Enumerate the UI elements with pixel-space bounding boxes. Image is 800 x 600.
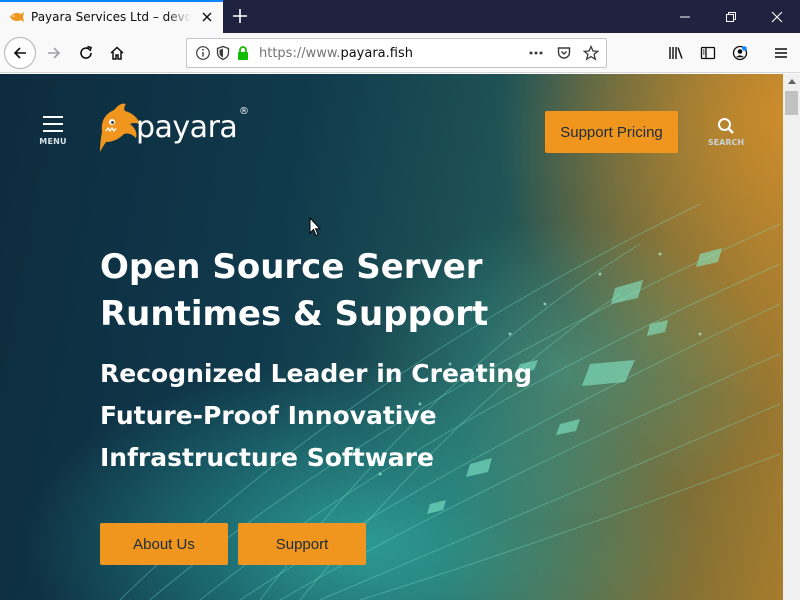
- search-icon: [718, 118, 734, 134]
- about-us-button[interactable]: About Us: [100, 523, 228, 565]
- menu-label: MENU: [39, 137, 67, 146]
- sidebar-button[interactable]: [692, 37, 724, 69]
- url-host: payara.fish: [340, 46, 413, 61]
- hero-subheadline: Recognized Leader in Creating Future-Pro…: [100, 359, 532, 472]
- reload-icon: [80, 45, 92, 59]
- home-icon: [110, 46, 124, 60]
- search-label: SEARCH: [707, 138, 745, 147]
- payara-wordmark: payara: [136, 110, 238, 145]
- account-button[interactable]: [724, 37, 756, 69]
- tab-title: Payara Services Ltd – devoted to: [31, 10, 191, 24]
- account-avatar-icon: [732, 45, 748, 61]
- tab-close-icon[interactable]: [199, 9, 215, 25]
- hero-headline: Open Source Server Runtimes & Support: [100, 247, 489, 334]
- scroll-thumb[interactable]: [785, 91, 798, 115]
- restore-icon: [726, 11, 736, 22]
- support-button[interactable]: Support: [238, 523, 366, 565]
- hero-section: MENU payara ® Support Pricing SEARCH Ope…: [0, 74, 783, 600]
- reload-button[interactable]: [70, 37, 102, 69]
- close-icon: [771, 11, 783, 22]
- minimize-button[interactable]: [662, 0, 708, 33]
- menu-hamburger-icon: [36, 116, 70, 132]
- forward-arrow-icon: [48, 47, 61, 59]
- lock-icon[interactable]: [235, 45, 251, 61]
- url-text[interactable]: https://www.payara.fish: [259, 46, 413, 61]
- mouse-cursor-icon: [309, 217, 321, 237]
- app-menu-button[interactable]: [765, 37, 797, 69]
- payara-fish-icon: [10, 12, 24, 22]
- library-icon: [669, 47, 683, 59]
- tracking-shield-icon[interactable]: [215, 45, 231, 61]
- tab-payara[interactable]: Payara Services Ltd – devoted to: [0, 0, 223, 33]
- hamburger-menu-icon: [775, 48, 787, 58]
- back-arrow-icon: [13, 47, 26, 59]
- back-button[interactable]: [4, 37, 36, 69]
- url-scheme: https://www.: [259, 46, 341, 61]
- sidebar-icon: [700, 46, 716, 60]
- pocket-icon[interactable]: [556, 45, 572, 61]
- forward-button[interactable]: [38, 37, 70, 69]
- close-window-button[interactable]: [754, 0, 800, 33]
- navigation-toolbar: https://www.payara.fish: [0, 33, 800, 73]
- scroll-up-arrow-icon: [787, 79, 796, 84]
- info-icon[interactable]: [195, 45, 211, 61]
- new-tab-plus-icon[interactable]: [231, 7, 249, 25]
- page-actions-ellipsis-icon[interactable]: [528, 45, 544, 61]
- site-menu-button[interactable]: MENU: [36, 116, 70, 154]
- home-button[interactable]: [101, 37, 133, 69]
- scroll-up-button[interactable]: [783, 74, 800, 89]
- library-button[interactable]: [660, 37, 692, 69]
- site-search-button[interactable]: SEARCH: [705, 116, 747, 154]
- restore-button[interactable]: [708, 0, 754, 33]
- bookmark-star-icon[interactable]: [583, 45, 599, 61]
- support-pricing-button[interactable]: Support Pricing: [545, 111, 678, 153]
- tab-strip: Payara Services Ltd – devoted to: [0, 0, 800, 33]
- payara-logo[interactable]: payara ®: [98, 98, 253, 154]
- vertical-scrollbar[interactable]: [783, 74, 800, 600]
- registered-mark: ®: [239, 106, 249, 117]
- url-bar[interactable]: https://www.payara.fish: [186, 38, 607, 68]
- minimize-icon: [680, 16, 690, 17]
